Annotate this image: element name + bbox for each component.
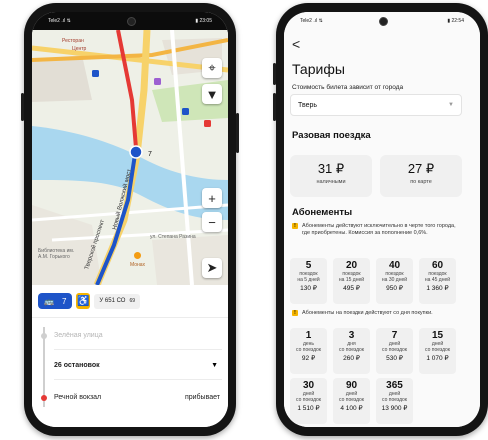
page-title: Тарифы (292, 61, 345, 77)
zoom-out-button[interactable]: − (202, 212, 222, 232)
day-card[interactable]: 7 дней со поездок 530 ₽ (376, 328, 413, 374)
plate-region: 69 (129, 298, 136, 304)
plate-number: У 651 СО (99, 298, 126, 304)
warning-icon: ! (292, 310, 298, 316)
arrival-status: прибывает (184, 394, 220, 401)
warning-icon: ! (292, 223, 298, 229)
svg-text:А.М. Горького: А.М. Горького (38, 254, 70, 260)
day-card[interactable]: 1 день со поездок 92 ₽ (290, 328, 327, 374)
plate-badge: У 651 СО 69 (94, 293, 141, 309)
trip-card[interactable]: 5 поездок на 5 дней 130 ₽ (290, 258, 327, 304)
day-count: 365 (386, 380, 403, 391)
day-price: 260 ₽ (343, 355, 360, 362)
back-button[interactable]: < (292, 36, 300, 52)
route-panel: 🚌 7 ♿ У 651 СО 69 Зелёная улица 26 остан… (32, 285, 228, 427)
trip-count: 5 (305, 260, 312, 271)
status-left: Tele2 .ıl ⇅ (48, 18, 71, 24)
tariffs-screen: Tele2 .ıl ⇅ ▮ 22:54 < Тарифы Стоимость б… (284, 12, 480, 427)
day-period: со поездок (339, 397, 364, 403)
day-price: 4 100 ₽ (340, 405, 363, 412)
trip-period: на 5 дней (297, 277, 320, 283)
svg-text:Центр: Центр (72, 46, 87, 52)
map-view[interactable]: 7 Тверской проспект Новый Волжский мост … (32, 30, 228, 285)
subscriptions-note-2: ! Абонементы на поездки действуют со дня… (292, 310, 464, 317)
day-period: со поездок (339, 347, 364, 353)
day-card[interactable]: 365 дней со поездок 13 900 ₽ (376, 378, 413, 424)
trip-price: 1 360 ₽ (426, 285, 449, 292)
stop-first: Зелёная улица (54, 332, 103, 339)
trip-card[interactable]: 40 поездок на 30 дней 950 ₽ (376, 258, 413, 304)
single-trip-heading: Разовая поездка (292, 130, 371, 141)
stop-last: Речной вокзал (54, 394, 102, 401)
svg-text:7: 7 (148, 151, 152, 158)
day-price: 1 070 ₽ (426, 355, 449, 362)
day-price: 1 510 ₽ (297, 405, 320, 412)
trip-price: 950 ₽ (386, 285, 403, 292)
trip-count: 40 (388, 260, 401, 271)
trip-count: 20 (345, 260, 358, 271)
map-canvas: 7 Тверской проспект Новый Волжский мост … (32, 30, 228, 285)
cash-price-card: 31 ₽ наличными (290, 155, 372, 197)
map-screen: Tele2 .ıl ⇅ ▮ 23:05 7 Тверской проспект … (32, 12, 228, 427)
day-price: 13 900 ₽ (381, 405, 408, 412)
day-count: 1 (305, 330, 312, 341)
day-card[interactable]: 90 дней со поездок 4 100 ₽ (333, 378, 370, 424)
day-count: 7 (391, 330, 398, 341)
day-count: 3 (348, 330, 355, 341)
left-phone: Tele2 .ıl ⇅ ▮ 23:05 7 Тверской проспект … (21, 3, 239, 436)
card-label: по карте (410, 179, 432, 185)
trip-period: на 30 дней (381, 277, 408, 283)
accessibility-icon: ♿ (76, 293, 91, 309)
day-card[interactable]: 30 дней со поездок 1 510 ₽ (290, 378, 327, 424)
subscriptions-heading: Абонементы (292, 207, 353, 218)
svg-text:Монах: Монах (130, 262, 146, 268)
tariffs-page: < Тарифы Стоимость билета зависит от гор… (284, 30, 480, 427)
day-period: со поездок (382, 397, 407, 403)
trip-price: 130 ₽ (300, 285, 317, 292)
day-period: со поездок (425, 347, 450, 353)
chevron-down-icon: ▼ (448, 102, 454, 108)
day-price: 92 ₽ (301, 355, 316, 362)
chevron-down-icon[interactable]: ▼ (211, 362, 218, 369)
day-card[interactable]: 15 дней со поездок 1 070 ₽ (419, 328, 456, 374)
trip-card[interactable]: 60 поездок на 45 дней 1 360 ₽ (419, 258, 456, 304)
zoom-in-button[interactable]: + (202, 188, 222, 208)
bus-icon: 🚌 (44, 296, 54, 306)
day-period: со поездок (296, 397, 321, 403)
bus-number: 7 (61, 296, 67, 306)
day-price: 530 ₽ (386, 355, 403, 362)
city-value: Тверь (298, 101, 318, 109)
stops-count[interactable]: 26 остановок (54, 362, 100, 369)
day-count: 30 (302, 380, 315, 391)
svg-text:Ресторан: Ресторан (62, 38, 84, 44)
status-right: ▮ 23:05 (195, 18, 212, 24)
bus-marker (129, 145, 143, 159)
status-right: ▮ 22:54 (447, 18, 464, 24)
trip-count: 60 (431, 260, 444, 271)
day-count: 15 (431, 330, 444, 341)
day-count: 90 (345, 380, 358, 391)
day-card[interactable]: 3 дня со поездок 260 ₽ (333, 328, 370, 374)
cash-price: 31 ₽ (317, 161, 345, 176)
locate-button[interactable]: ⌖ (202, 58, 222, 78)
filter-button[interactable]: ▼ (202, 84, 222, 104)
navigate-button[interactable]: ➤ (202, 258, 222, 278)
bus-badge[interactable]: 🚌 7 (38, 293, 73, 309)
city-select[interactable]: Тверь ▼ (290, 94, 462, 116)
svg-text:ул. Степана Разина: ул. Степана Разина (150, 234, 196, 240)
route-info: 🚌 7 ♿ У 651 СО 69 (38, 293, 141, 309)
trip-price: 495 ₽ (343, 285, 360, 292)
trip-period: на 45 дней (424, 277, 451, 283)
status-left: Tele2 .ıl ⇅ (300, 18, 323, 24)
right-phone: Tele2 .ıl ⇅ ▮ 22:54 < Тарифы Стоимость б… (273, 3, 488, 436)
card-price-card: 27 ₽ по карте (380, 155, 462, 197)
city-hint: Стоимость билета зависит от города (292, 84, 404, 91)
day-period: со поездок (382, 347, 407, 353)
trip-card[interactable]: 20 поездок на 15 дней 495 ₽ (333, 258, 370, 304)
day-period: со поездок (296, 347, 321, 353)
subscriptions-note: ! Абонементы действуют исключительно в ч… (292, 223, 464, 237)
cash-label: наличными (316, 179, 346, 185)
card-price: 27 ₽ (407, 161, 435, 176)
trip-period: на 15 дней (338, 277, 365, 283)
